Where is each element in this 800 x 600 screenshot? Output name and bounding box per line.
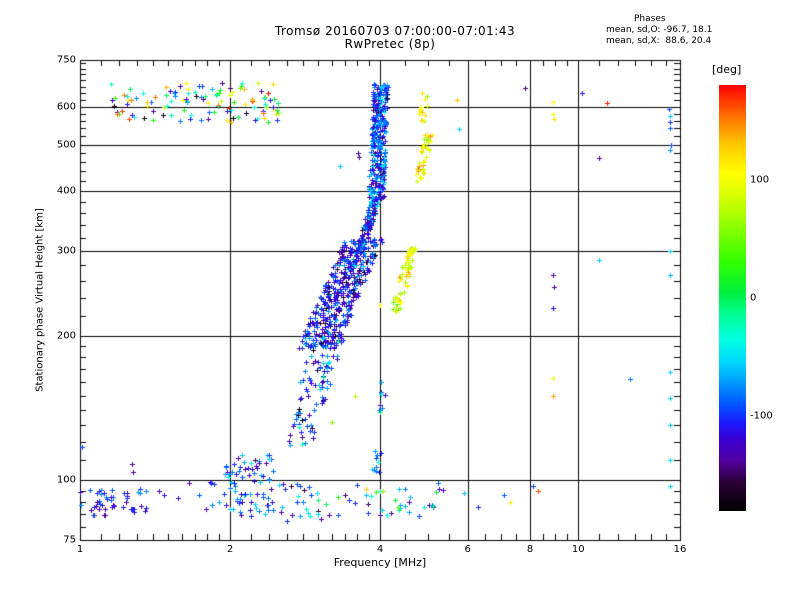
x-tick-label: 2 — [226, 544, 234, 555]
y-tick-label: 75 — [63, 534, 76, 546]
x-tick-label: 10 — [571, 544, 585, 555]
colorbar-title: [deg] — [712, 63, 742, 76]
y-tick-label: 100 — [56, 474, 76, 486]
x-tick-label: 4 — [376, 544, 384, 555]
x-tick-label: 16 — [673, 544, 687, 555]
x-tick-label: 1 — [76, 544, 84, 555]
colorbar-tick-label: 0 — [750, 292, 757, 304]
plot-title-line1: Tromsø 20160703 07:00:00-07:01:43 — [274, 24, 516, 38]
phases-mean-sd-o: mean, sd,O: -96.7, 18.1 — [606, 25, 713, 35]
y-tick-label: 600 — [56, 101, 76, 113]
y-tick-label: 200 — [56, 330, 76, 342]
colorbar-tick-label: 100 — [750, 174, 770, 186]
phase-colorbar — [719, 85, 746, 511]
x-tick-label: 8 — [526, 544, 534, 555]
phases-heading: Phases — [634, 14, 666, 24]
x-tick-label: 6 — [464, 544, 471, 555]
colorbar-tick-label: -100 — [750, 410, 773, 422]
x-axis-label: Frequency [MHz] — [333, 556, 427, 569]
ionogram-figure: Tromsø 20160703 07:00:00-07:01:43 RwPret… — [0, 0, 800, 600]
y-tick-label: 500 — [56, 139, 76, 151]
y-tick-label: 400 — [56, 185, 76, 197]
scatter-plot-canvas — [0, 0, 800, 600]
y-axis-label: Stationary phase Virtual Height [km] — [34, 208, 46, 392]
y-tick-label: 750 — [56, 54, 76, 66]
phases-mean-sd-x: mean, sd,X: 88.6, 20.4 — [606, 36, 712, 46]
y-tick-label: 300 — [56, 245, 76, 257]
plot-title-line2: RwPretec (8p) — [344, 37, 436, 51]
